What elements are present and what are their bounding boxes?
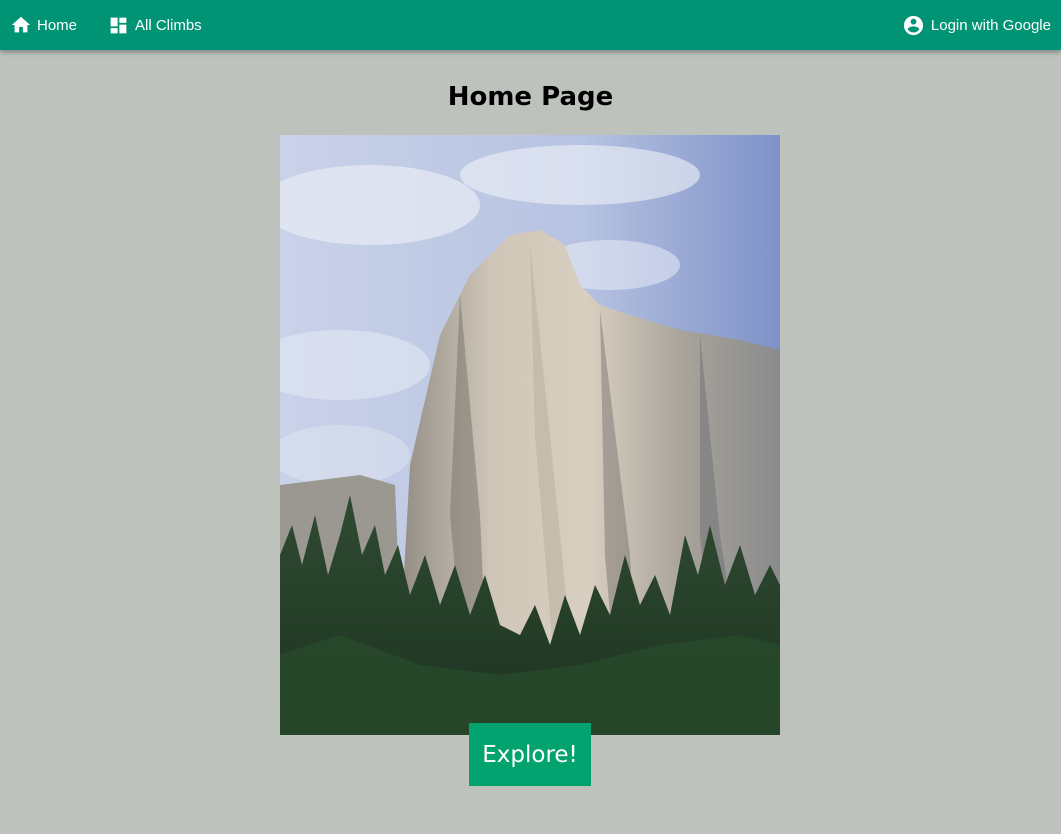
login-with-google-button[interactable]: Login with Google bbox=[902, 0, 1051, 50]
nav-home-label: Home bbox=[37, 16, 78, 34]
home-icon bbox=[10, 14, 37, 36]
page-title: Home Page bbox=[447, 82, 614, 112]
hero-mountain-image bbox=[280, 135, 780, 735]
login-label: Login with Google bbox=[930, 16, 1051, 34]
dashboard-icon bbox=[108, 15, 135, 36]
explore-button[interactable]: Explore! bbox=[469, 723, 591, 786]
top-navbar: Home All Climbs Login with Google bbox=[0, 0, 1061, 50]
nav-home-link[interactable]: Home bbox=[10, 0, 77, 50]
nav-all-climbs-link[interactable]: All Climbs bbox=[108, 0, 202, 50]
nav-all-climbs-label: All Climbs bbox=[135, 16, 202, 34]
account-circle-icon bbox=[902, 14, 931, 37]
